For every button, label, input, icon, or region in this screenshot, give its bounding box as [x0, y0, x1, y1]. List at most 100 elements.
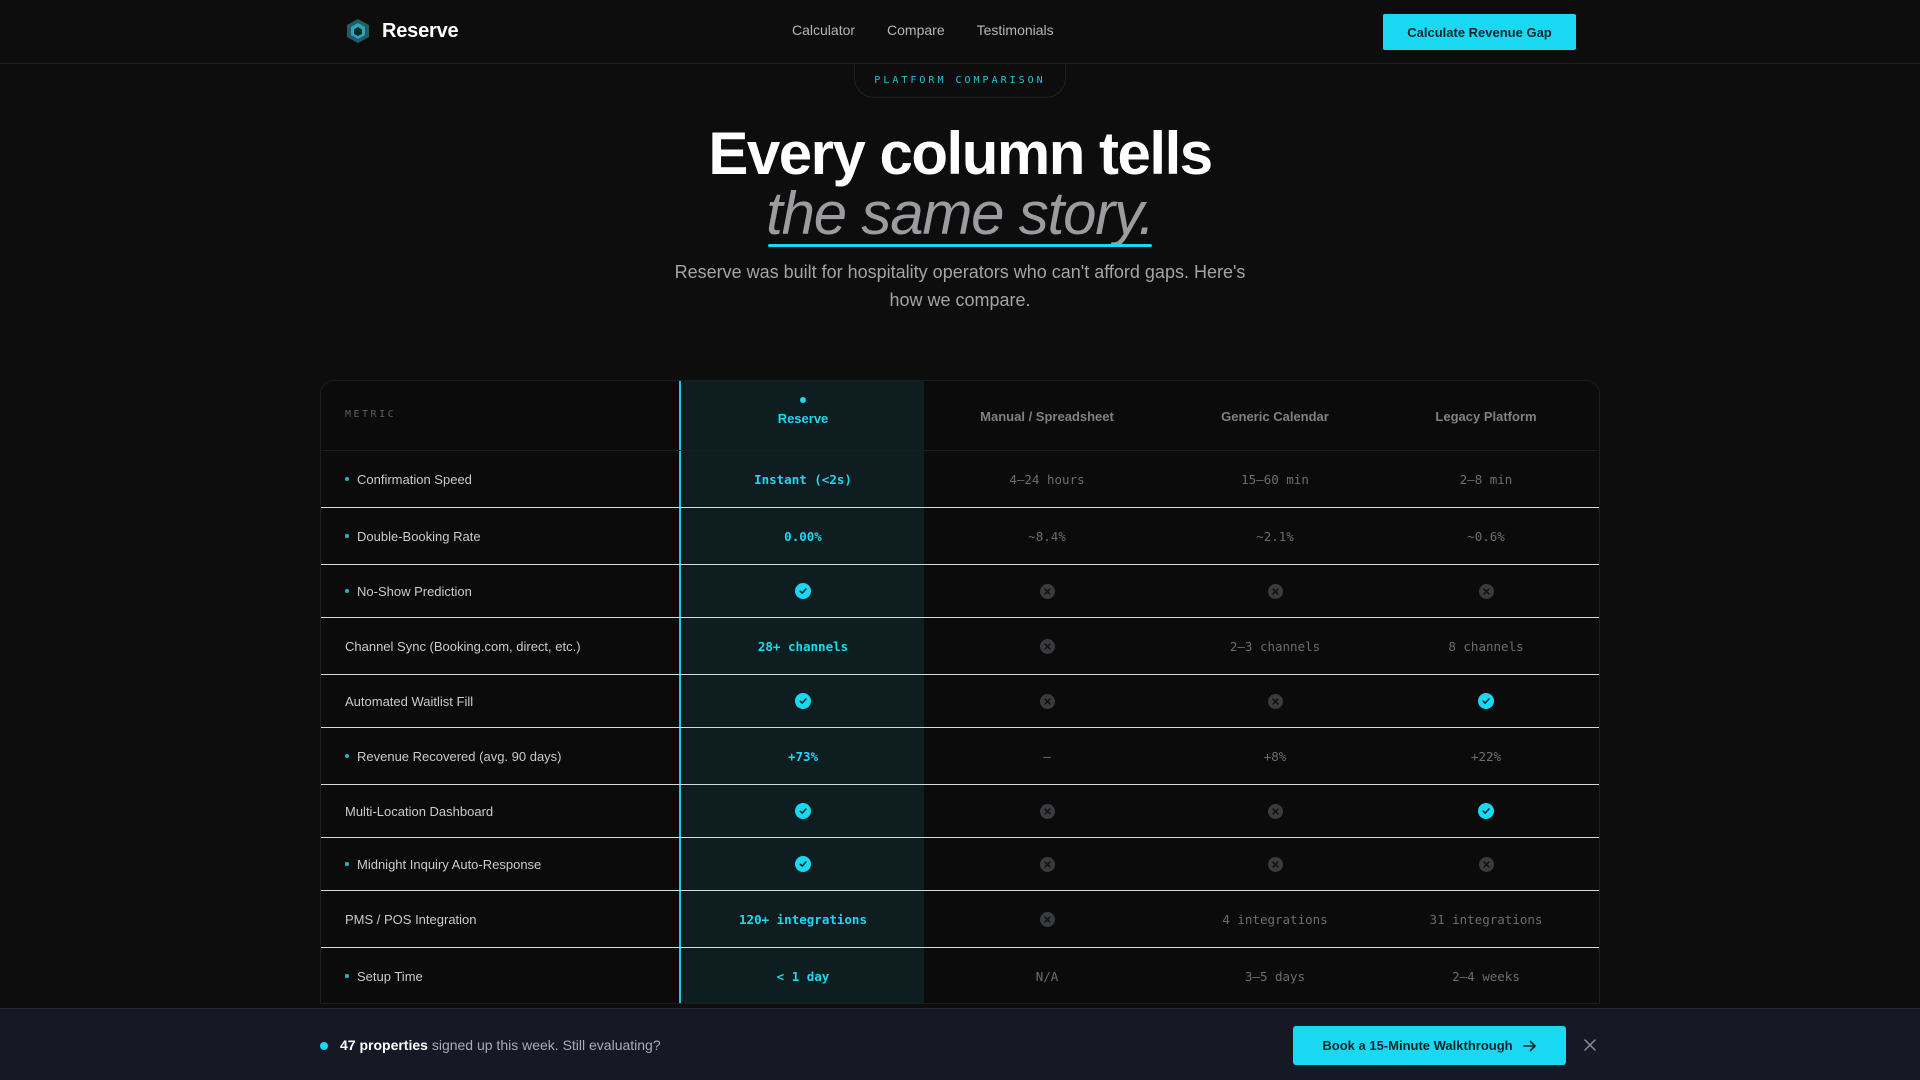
- generic-calendar-cell: [1169, 565, 1381, 617]
- metric-label: PMS / POS Integration: [345, 911, 477, 927]
- cell-value: 0.00%: [784, 528, 822, 544]
- cell-value: N/A: [1035, 968, 1059, 984]
- reserve-column-label: Reserve: [777, 411, 829, 426]
- manual-spreadsheet-cell: [925, 618, 1169, 674]
- cell-value: 4 integrations: [1222, 911, 1328, 927]
- metric-label-cell: Midnight Inquiry Auto-Response: [345, 838, 541, 890]
- reserve-cell: [681, 838, 925, 890]
- metric-label: Revenue Recovered (avg. 90 days): [357, 748, 562, 764]
- metric-bullet: [345, 974, 349, 978]
- manual-spreadsheet-cell: [925, 675, 1169, 727]
- cell-value: +73%: [787, 748, 819, 764]
- metric-bullet: [345, 862, 349, 866]
- book-walkthrough-button[interactable]: Book a 15-Minute Walkthrough: [1293, 1026, 1566, 1065]
- check-circle-icon: [795, 856, 811, 872]
- legacy-platform-cell: 2–8 min: [1381, 451, 1591, 507]
- reserve-cell: 28+ channels: [681, 618, 925, 674]
- legacy-platform-cell: [1381, 838, 1591, 890]
- table-row: No-Show Prediction: [321, 565, 1599, 618]
- generic-calendar-cell: 3–5 days: [1169, 948, 1381, 1003]
- table-row: Automated Waitlist Fill: [321, 675, 1599, 728]
- x-circle-icon: [1039, 693, 1055, 709]
- brand[interactable]: Reserve: [346, 18, 459, 44]
- hero-subtitle: Reserve was built for hospitality operat…: [674, 262, 1246, 310]
- signup-notice-text: 47 properties signed up this week. Still…: [340, 1037, 661, 1053]
- reserve-cell: +73%: [681, 728, 925, 784]
- legacy-platform-cell: 31 integrations: [1381, 891, 1591, 947]
- table-row: Confirmation Speed Instant (<2s) 4–24 hour…: [321, 451, 1599, 508]
- x-circle-icon: [1267, 583, 1283, 599]
- table-header: METRIC Reserve Manual / Spreadsheet Gene…: [321, 381, 1599, 451]
- cell-value: —: [1043, 748, 1051, 764]
- metric-label-cell: Revenue Recovered (avg. 90 days): [345, 728, 562, 784]
- x-circle-icon: [1267, 856, 1283, 872]
- cell-value: ~2.1%: [1256, 528, 1294, 544]
- cell-value: +8%: [1263, 748, 1287, 764]
- legacy-platform-cell: [1381, 675, 1591, 727]
- brand-name: Reserve: [382, 19, 459, 42]
- metric-label: Channel Sync (Booking.com, direct, etc.): [345, 638, 581, 654]
- generic-calendar-cell: [1169, 675, 1381, 727]
- cell-value: 2–4 weeks: [1452, 968, 1520, 984]
- manual-spreadsheet-cell: [925, 565, 1169, 617]
- hero-title-emphasis: the same story.: [766, 180, 1155, 247]
- signup-notice-suffix: signed up this week. Still evaluating?: [427, 1037, 661, 1053]
- manual-spreadsheet-cell: —: [925, 728, 1169, 784]
- nav-link-testimonials[interactable]: Testimonials: [977, 22, 1054, 38]
- section-eyebrow: PLATFORM COMPARISON: [854, 64, 1066, 98]
- calculate-revenue-gap-button[interactable]: Calculate Revenue Gap: [1383, 14, 1576, 50]
- check-circle-icon: [795, 583, 811, 599]
- metric-label-cell: No-Show Prediction: [345, 565, 472, 617]
- reserve-column-header: Reserve: [681, 397, 925, 426]
- metric-label-cell: Confirmation Speed: [345, 451, 472, 507]
- nav-link-calculator[interactable]: Calculator: [792, 22, 855, 38]
- cell-value: +22%: [1470, 748, 1502, 764]
- arrow-right-icon: [1522, 1040, 1536, 1051]
- hexagon-logo-icon: [347, 19, 369, 43]
- comparison-table: METRIC Reserve Manual / Spreadsheet Gene…: [320, 380, 1600, 1004]
- close-icon[interactable]: [1583, 1038, 1597, 1052]
- generic-calendar-cell: 15–60 min: [1169, 451, 1381, 507]
- top-nav: Reserve Calculator Compare Testimonials …: [0, 0, 1920, 64]
- metric-label-cell: PMS / POS Integration: [345, 891, 477, 947]
- metric-bullet: [345, 589, 349, 593]
- x-circle-icon: [1267, 803, 1283, 819]
- metric-column-header: METRIC: [345, 409, 397, 420]
- table-row: PMS / POS Integration 120+ integrations 4 …: [321, 891, 1599, 948]
- legacy-platform-cell: +22%: [1381, 728, 1591, 784]
- cell-value: 15–60 min: [1241, 471, 1309, 487]
- legacy-platform-cell: ~0.6%: [1381, 508, 1591, 564]
- generic-calendar-cell: ~2.1%: [1169, 508, 1381, 564]
- metric-label: Automated Waitlist Fill: [345, 693, 474, 709]
- legacy-platform-cell: [1381, 565, 1591, 617]
- cell-value: 3–5 days: [1244, 968, 1306, 984]
- manual-spreadsheet-column-header: Manual / Spreadsheet: [980, 409, 1114, 424]
- nav-link-compare[interactable]: Compare: [887, 22, 945, 38]
- generic-calendar-cell: 4 integrations: [1169, 891, 1381, 947]
- x-circle-icon: [1478, 583, 1494, 599]
- legacy-platform-cell: [1381, 785, 1591, 837]
- cell-value: Instant (<2s): [754, 471, 852, 487]
- metric-label-cell: Automated Waitlist Fill: [345, 675, 473, 727]
- generic-calendar-column-header: Generic Calendar: [1221, 409, 1329, 424]
- metric-label: Setup Time: [357, 968, 423, 984]
- x-circle-icon: [1039, 856, 1055, 872]
- cell-value: 2–8 min: [1459, 471, 1513, 487]
- check-circle-icon: [795, 693, 811, 709]
- table-row: Midnight Inquiry Auto-Response: [321, 838, 1599, 891]
- manual-spreadsheet-cell: [925, 785, 1169, 837]
- reserve-cell: [681, 785, 925, 837]
- x-circle-icon: [1039, 583, 1055, 599]
- reserve-cell: [681, 675, 925, 727]
- reserve-cell: 0.00%: [681, 508, 925, 564]
- live-indicator-dot: [320, 1042, 328, 1050]
- signup-notice-bar: 47 properties signed up this week. Still…: [0, 1008, 1920, 1080]
- manual-spreadsheet-cell: [925, 891, 1169, 947]
- manual-spreadsheet-cell: ~8.4%: [925, 508, 1169, 564]
- generic-calendar-cell: [1169, 838, 1381, 890]
- metric-bullet: [345, 477, 349, 481]
- legacy-platform-column-header: Legacy Platform: [1435, 409, 1537, 424]
- metric-label: Confirmation Speed: [357, 471, 472, 487]
- metric-label-cell: Setup Time: [345, 948, 423, 1003]
- book-walkthrough-label: Book a 15-Minute Walkthrough: [1322, 1038, 1513, 1053]
